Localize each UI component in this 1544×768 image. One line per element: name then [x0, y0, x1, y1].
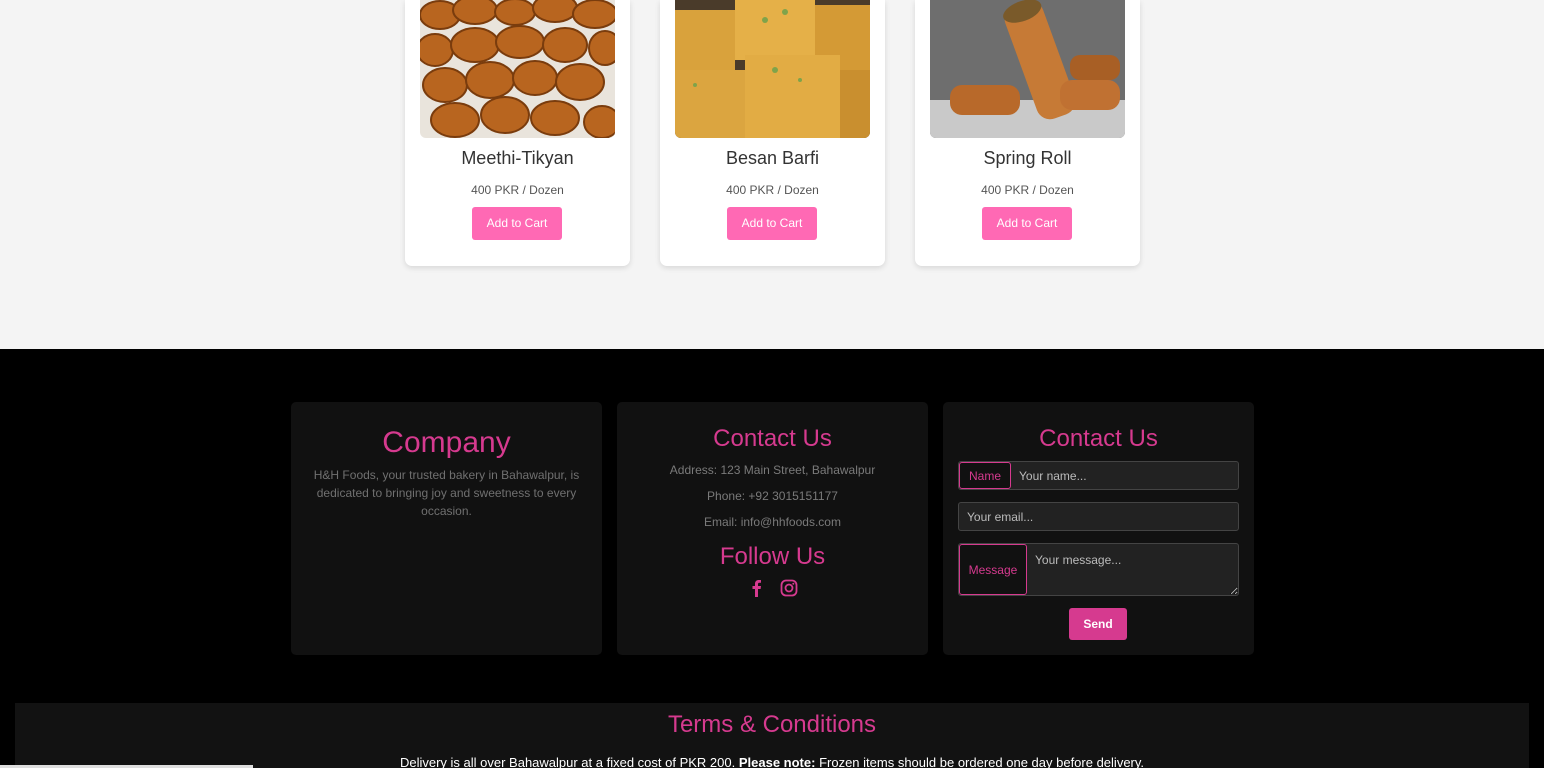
terms-section: Terms & Conditions Delivery is all over …	[15, 703, 1529, 768]
site-footer: Company H&H Foods, your trusted bakery i…	[0, 349, 1544, 768]
contact-phone: Phone: +92 3015151177	[707, 489, 838, 503]
name-field: Name	[958, 461, 1239, 490]
spring-roll-photo	[930, 0, 1125, 138]
product-card-spring-roll: Spring Roll 400 PKR / Dozen Add to Cart	[915, 0, 1140, 266]
product-price: 400 PKR / Dozen	[981, 183, 1074, 197]
message-label: Message	[959, 544, 1027, 595]
product-name: Spring Roll	[983, 148, 1072, 168]
product-card-besan-barfi: Besan Barfi 400 PKR / Dozen Add to Cart	[660, 0, 885, 266]
besan-barfi-photo	[675, 0, 870, 138]
terms-title: Terms & Conditions	[667, 711, 877, 738]
company-description: H&H Foods, your trusted bakery in Bahawa…	[313, 468, 580, 518]
add-to-cart-button[interactable]: Add to Cart	[982, 207, 1072, 240]
product-name: Besan Barfi	[725, 148, 820, 168]
email-input[interactable]	[959, 503, 1238, 530]
name-input[interactable]	[1011, 462, 1238, 489]
follow-us-title: Follow Us	[719, 543, 826, 570]
add-to-cart-button[interactable]: Add to Cart	[727, 207, 817, 240]
products-section: Meethi-Tikyan 400 PKR / Dozen Add to Car…	[0, 0, 1544, 349]
facebook-icon[interactable]	[748, 579, 766, 597]
message-input[interactable]	[1027, 544, 1238, 595]
product-price: 400 PKR / Dozen	[726, 183, 819, 197]
contact-email: Email: info@hhfoods.com	[704, 515, 841, 529]
contact-title: Contact Us	[713, 425, 832, 452]
company-title: Company	[382, 426, 511, 459]
meethi-tikyan-photo	[420, 0, 615, 138]
add-to-cart-button[interactable]: Add to Cart	[472, 207, 562, 240]
contact-panel: Contact Us Address: 123 Main Street, Bah…	[617, 402, 928, 655]
contact-form-panel: Contact Us Name Message Send	[943, 402, 1254, 655]
name-label: Name	[959, 462, 1011, 489]
product-card-meethi-tikyan: Meethi-Tikyan 400 PKR / Dozen Add to Car…	[405, 0, 630, 266]
contact-address: Address: 123 Main Street, Bahawalpur	[669, 463, 876, 477]
terms-text-part1: Delivery is all over Bahawalpur at a fix…	[399, 755, 736, 768]
message-field: Message	[958, 543, 1239, 596]
social-links	[617, 579, 928, 597]
terms-text-part2: Frozen items should be ordered one day b…	[819, 755, 1145, 768]
company-panel: Company H&H Foods, your trusted bakery i…	[291, 402, 602, 655]
terms-note-label: Please note:	[738, 755, 816, 768]
product-name: Meethi-Tikyan	[461, 148, 574, 168]
email-field	[958, 502, 1239, 531]
contact-form-title: Contact Us	[1039, 425, 1158, 452]
send-button[interactable]: Send	[1069, 608, 1127, 640]
instagram-icon[interactable]	[780, 579, 798, 597]
product-price: 400 PKR / Dozen	[471, 183, 564, 197]
